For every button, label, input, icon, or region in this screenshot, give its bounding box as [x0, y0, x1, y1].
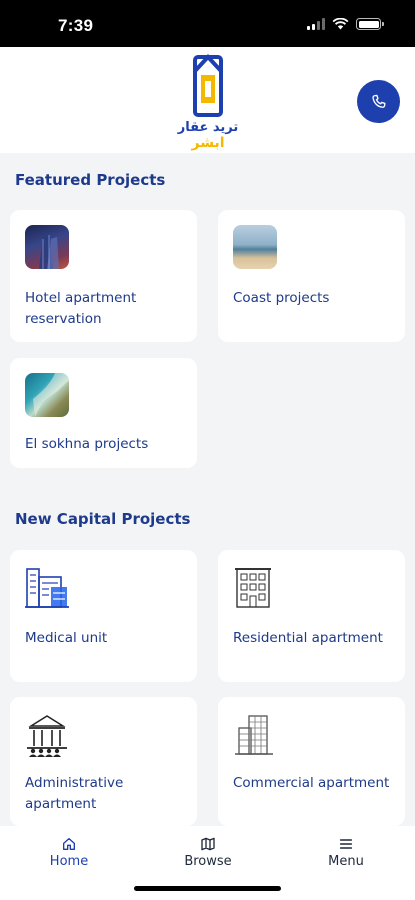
capital-card-medical[interactable]: Medical unit — [10, 550, 197, 682]
svg-text:ابشر: ابشر — [190, 135, 224, 151]
menu-icon — [339, 839, 353, 849]
nav-home-label: Home — [49, 854, 89, 869]
status-bar: 7:39 — [0, 0, 415, 47]
beach-photo — [233, 225, 277, 269]
residential-building-icon — [235, 568, 271, 608]
nav-home[interactable]: Home — [19, 836, 119, 869]
capital-card-label: Commercial apartment — [233, 775, 390, 791]
featured-card-label: El sokhna projects — [25, 436, 149, 452]
brand-logo: تريد عقار ابشر — [177, 54, 239, 151]
featured-card-label: Hotel apartment reservation — [25, 290, 137, 327]
cellular-signal-icon — [307, 18, 325, 30]
nav-browse[interactable]: Browse — [158, 836, 258, 869]
map-icon — [201, 837, 215, 851]
home-indicator — [134, 886, 281, 891]
hotel-building-photo — [25, 225, 69, 269]
capital-card-label: Medical unit — [25, 630, 108, 646]
status-time: 7:39 — [58, 16, 94, 35]
bottom-navigation: Home Browse Menu — [0, 826, 415, 900]
capital-card-administrative[interactable]: Administrative apartment — [10, 697, 197, 826]
battery-icon — [356, 18, 384, 30]
commercial-building-icon — [235, 715, 273, 755]
featured-card-sokhna[interactable]: El sokhna projects — [10, 358, 197, 468]
capital-card-label: Residential apartment — [233, 630, 383, 646]
call-button[interactable] — [357, 80, 400, 123]
new-capital-projects-title: New Capital Projects — [15, 510, 191, 528]
app-header: تريد عقار ابشر — [0, 47, 415, 153]
featured-card-hotel[interactable]: Hotel apartment reservation — [10, 210, 197, 342]
featured-projects-title: Featured Projects — [15, 171, 166, 189]
capital-card-commercial[interactable]: Commercial apartment — [218, 697, 405, 826]
nav-menu-label: Menu — [328, 854, 364, 869]
capital-card-label: Administrative apartment — [25, 775, 124, 812]
svg-text:تريد عقار: تريد عقار — [177, 120, 239, 135]
featured-card-coast[interactable]: Coast projects — [218, 210, 405, 342]
nav-browse-label: Browse — [184, 854, 232, 869]
hospital-building-icon — [25, 568, 69, 608]
administrative-building-icon — [27, 715, 67, 757]
phone-icon — [371, 94, 386, 108]
nav-menu[interactable]: Menu — [296, 836, 396, 869]
capital-card-residential[interactable]: Residential apartment — [218, 550, 405, 682]
coastline-aerial-photo — [25, 373, 69, 417]
featured-card-label: Coast projects — [233, 290, 330, 306]
wifi-icon — [332, 18, 349, 30]
home-icon — [63, 838, 75, 850]
status-icons — [307, 18, 384, 30]
